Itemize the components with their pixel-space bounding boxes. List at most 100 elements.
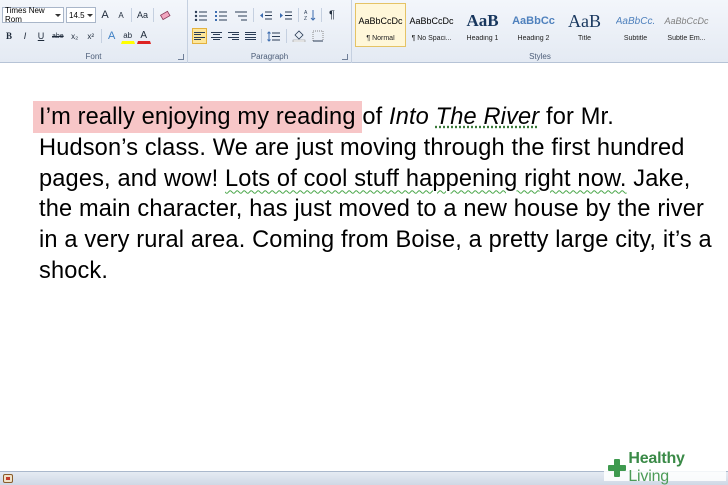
book-title-part: The River <box>436 104 540 130</box>
strikethrough-icon: abe <box>52 33 64 40</box>
styles-group-label: Styles <box>352 52 728 61</box>
style-title[interactable]: AaB Title <box>559 3 610 47</box>
increase-indent-button[interactable] <box>277 7 295 23</box>
chevron-down-icon <box>55 14 61 17</box>
divider <box>298 8 299 22</box>
style-name: Subtitle <box>624 35 647 42</box>
font-group-label: Font <box>0 52 187 61</box>
italic-icon: I <box>24 31 27 41</box>
divider <box>253 8 254 22</box>
underline-button[interactable]: U <box>34 28 48 44</box>
divider <box>131 8 132 22</box>
multilevel-list-button[interactable] <box>232 7 250 23</box>
paragraph-group: AZ ¶ Paragraph <box>188 0 352 63</box>
clear-formatting-button[interactable] <box>157 7 173 23</box>
numbering-button[interactable] <box>212 7 230 23</box>
shrink-font-icon: A <box>118 11 123 20</box>
chevron-down-icon <box>87 14 93 17</box>
font-size-value: 14.5 <box>69 11 85 20</box>
grow-font-icon: A <box>101 9 108 21</box>
pilcrow-icon: ¶ <box>329 9 335 21</box>
italic-button[interactable]: I <box>18 28 32 44</box>
style-subtle-emphasis[interactable]: AaBbCcDc Subtle Em... <box>661 3 712 47</box>
grow-font-button[interactable]: A <box>98 7 112 23</box>
font-size-combo[interactable]: 14.5 <box>66 7 96 23</box>
font-dialog-launcher[interactable] <box>178 54 184 60</box>
style-preview: AaBbCc. <box>616 9 655 33</box>
text-effects-button[interactable]: A <box>105 28 119 44</box>
document-page[interactable]: I’m really enjoying my reading of Into T… <box>0 64 728 471</box>
strikethrough-button[interactable]: abe <box>50 28 66 44</box>
superscript-icon: x² <box>87 32 94 41</box>
justify-button[interactable] <box>243 28 258 44</box>
grammar-flagged-text[interactable]: Lots of cool stuff happening right now. <box>225 166 627 192</box>
style-preview: AaBbCc <box>512 9 555 33</box>
shading-button[interactable] <box>290 28 308 44</box>
underline-icon: U <box>38 31 45 41</box>
style-name: Title <box>578 35 591 42</box>
align-right-icon <box>228 32 239 41</box>
bullets-button[interactable] <box>192 7 210 23</box>
change-case-icon: Aa <box>137 10 148 20</box>
paragraph-group-label: Paragraph <box>188 52 351 61</box>
font-color-icon: A <box>140 30 147 41</box>
borders-icon <box>312 30 324 42</box>
superscript-button[interactable]: x² <box>84 28 98 44</box>
highlight-button[interactable]: ab <box>121 28 135 44</box>
sort-icon: AZ <box>304 9 316 21</box>
paint-bucket-icon <box>292 30 306 42</box>
text-effects-icon: A <box>108 30 115 42</box>
style-preview: AaB <box>466 9 498 33</box>
bold-icon: B <box>6 31 12 41</box>
style-normal[interactable]: AaBbCcDc ¶ Normal <box>355 3 406 47</box>
show-marks-button[interactable]: ¶ <box>325 7 339 23</box>
watermark: Healthy Living <box>604 455 726 481</box>
highlighted-text[interactable]: I’m really enjoying my reading <box>39 101 356 133</box>
divider <box>101 29 102 43</box>
line-spacing-icon <box>267 31 281 42</box>
justify-icon <box>245 32 256 41</box>
watermark-light: Living <box>628 468 669 485</box>
increase-indent-icon <box>279 10 293 21</box>
style-heading-1[interactable]: AaB Heading 1 <box>457 3 508 47</box>
divider <box>153 8 154 22</box>
align-center-button[interactable] <box>209 28 224 44</box>
eraser-icon <box>159 9 171 21</box>
decrease-indent-icon <box>259 10 273 21</box>
align-left-icon <box>194 32 205 41</box>
style-name: Heading 2 <box>518 35 550 42</box>
svg-text:Z: Z <box>304 16 307 21</box>
document-paragraph[interactable]: I’m really enjoying my reading of Into T… <box>39 102 719 287</box>
subscript-button[interactable]: x₂ <box>68 28 82 44</box>
divider <box>286 29 287 43</box>
shrink-font-button[interactable]: A <box>114 7 128 23</box>
change-case-button[interactable]: Aa <box>135 7 150 23</box>
line-spacing-button[interactable] <box>265 28 283 44</box>
divider <box>261 29 262 43</box>
style-no-spacing[interactable]: AaBbCcDc ¶ No Spaci... <box>406 3 457 47</box>
bold-button[interactable]: B <box>2 28 16 44</box>
watermark-text: Healthy Living <box>628 450 726 485</box>
paragraph-dialog-launcher[interactable] <box>342 54 348 60</box>
style-heading-2[interactable]: AaBbCc Heading 2 <box>508 3 559 47</box>
body-text: of <box>356 104 389 130</box>
highlighter-icon: ab <box>123 31 132 40</box>
style-subtitle[interactable]: AaBbCc. Subtitle <box>610 3 661 47</box>
font-color-button[interactable]: A <box>137 28 151 44</box>
font-name-combo[interactable]: Times New Rom <box>2 7 64 23</box>
style-name: ¶ No Spaci... <box>412 35 452 42</box>
multilevel-list-icon <box>234 10 248 21</box>
bullets-icon <box>194 10 208 21</box>
align-left-button[interactable] <box>192 28 207 44</box>
align-right-button[interactable] <box>226 28 241 44</box>
watermark-bold: Healthy <box>628 450 684 467</box>
style-name: Subtle Em... <box>667 35 705 42</box>
decrease-indent-button[interactable] <box>257 7 275 23</box>
borders-button[interactable] <box>310 28 326 44</box>
sort-button[interactable]: AZ <box>302 7 318 23</box>
proofing-icon[interactable] <box>3 474 13 483</box>
style-preview: AaBbCcDc <box>358 9 402 33</box>
font-name-value: Times New Rom <box>5 6 61 24</box>
style-preview: AaB <box>568 9 601 33</box>
book-title: Into The River <box>389 104 539 130</box>
